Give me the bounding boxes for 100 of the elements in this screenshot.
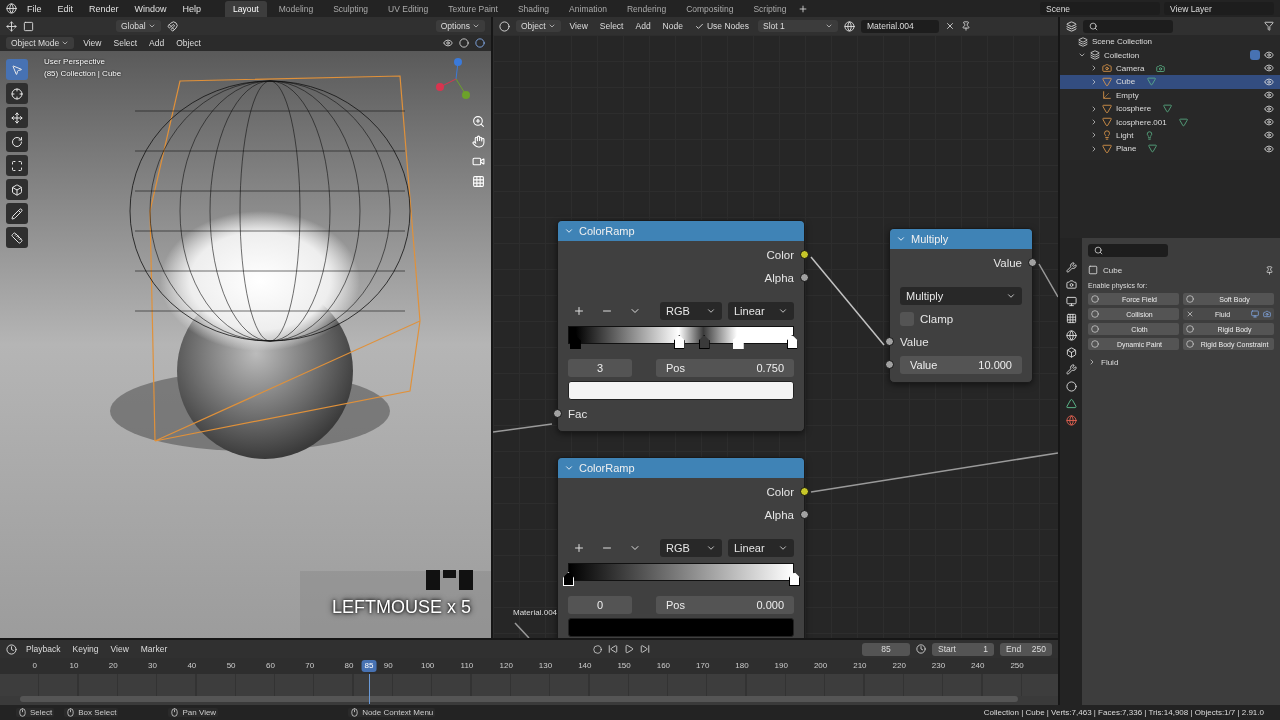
menu-item[interactable]: Node — [659, 20, 686, 32]
outliner-row[interactable]: Camera — [1060, 61, 1280, 76]
operation-dropdown[interactable]: Multiply — [900, 286, 1022, 305]
tool-button[interactable] — [6, 203, 28, 224]
color-swatch[interactable] — [568, 618, 794, 637]
output-socket[interactable] — [800, 273, 809, 282]
color-stop-marker[interactable] — [673, 335, 685, 349]
position-field[interactable]: Pos 0.000 — [656, 595, 794, 614]
tool-button[interactable] — [6, 131, 28, 152]
menu-item[interactable]: File — [21, 1, 48, 16]
end-frame-field[interactable]: End 250 — [1000, 642, 1052, 656]
outliner-row[interactable]: Scene Collection — [1060, 35, 1280, 49]
checkbox[interactable] — [1250, 50, 1260, 61]
menu-item[interactable]: Keying — [69, 643, 102, 655]
menu-item[interactable]: Select — [596, 20, 627, 32]
menu-item[interactable]: Select — [110, 37, 141, 49]
workspace-tab[interactable]: Sculpting — [325, 0, 377, 17]
tool-button[interactable] — [6, 179, 28, 200]
search-field[interactable] — [1088, 243, 1168, 257]
mode-dropdown[interactable]: Object Mode — [6, 37, 75, 49]
stop-index-field[interactable]: 0 — [568, 595, 632, 614]
use-nodes-checkbox[interactable]: Use Nodes — [691, 20, 752, 32]
zoom-icon[interactable] — [472, 115, 485, 128]
color-stop-marker[interactable] — [698, 335, 710, 349]
workspace-tab[interactable]: Animation — [561, 0, 615, 17]
input-socket[interactable] — [885, 360, 894, 369]
color-mode-dropdown[interactable]: RGB — [660, 538, 722, 557]
view-layer-field[interactable]: View Layer — [1164, 2, 1274, 15]
color-ramp-gradient[interactable] — [568, 326, 794, 344]
color-stop-marker[interactable] — [569, 335, 581, 349]
menu-item[interactable]: Edit — [51, 1, 80, 16]
start-frame-field[interactable]: Start 1 — [932, 642, 994, 656]
tool-button[interactable] — [6, 155, 28, 176]
menu-item[interactable]: View — [80, 37, 105, 49]
color-stop-marker[interactable] — [789, 572, 800, 586]
menu-item[interactable]: View — [566, 20, 591, 32]
value-field[interactable]: Value 10.000 — [900, 355, 1022, 374]
menu-item[interactable]: View — [107, 643, 132, 655]
menu-item[interactable]: Help — [176, 1, 208, 16]
menu-item[interactable]: Window — [128, 1, 173, 16]
jump-start-icon[interactable] — [608, 644, 618, 654]
position-field[interactable]: Pos 0.750 — [656, 358, 794, 377]
menu-item[interactable]: Playback — [23, 643, 64, 655]
workspace-tab[interactable]: Rendering — [618, 0, 675, 17]
color-mode-dropdown[interactable]: RGB — [660, 301, 722, 320]
color-ramp-gradient[interactable] — [568, 563, 794, 581]
menu-item[interactable]: Object — [173, 37, 204, 49]
play-icon[interactable] — [624, 644, 634, 654]
outliner-row[interactable]: Plane — [1060, 142, 1280, 156]
output-socket[interactable] — [1028, 258, 1037, 267]
camera-view-icon[interactable] — [472, 155, 485, 168]
interpolation-dropdown[interactable]: Linear — [728, 301, 794, 320]
interpolation-dropdown[interactable]: Linear — [728, 538, 794, 557]
output-socket[interactable] — [800, 250, 809, 259]
workspace-tab[interactable]: Compositing — [678, 0, 742, 17]
menu-item[interactable]: Add — [146, 37, 168, 49]
menu-item[interactable]: Add — [632, 20, 654, 32]
color-swatch[interactable] — [568, 381, 794, 400]
scrollbar[interactable] — [20, 696, 1018, 702]
outliner-row[interactable]: Empty — [1060, 88, 1280, 102]
workspace-tab[interactable]: Texture Paint — [440, 0, 506, 17]
options-dropdown[interactable]: Options — [435, 20, 485, 32]
outliner-row[interactable]: Icosphere.001 — [1060, 115, 1280, 129]
panel-header[interactable]: Fluid — [1088, 354, 1274, 370]
input-socket[interactable] — [885, 337, 894, 346]
outliner-row[interactable]: Icosphere — [1060, 101, 1280, 116]
workspace-tab[interactable]: Scripting — [745, 0, 795, 17]
menu-item[interactable]: Marker — [137, 643, 171, 655]
tool-button[interactable] — [6, 107, 28, 128]
menu-item[interactable]: Render — [83, 1, 125, 16]
hand-icon[interactable] — [472, 135, 485, 148]
outliner-row[interactable]: Light — [1060, 128, 1280, 143]
node-panel[interactable]: Multiply Value Multiply Clamp Value Value 10.000 — [889, 228, 1033, 383]
eye-icon[interactable] — [1264, 103, 1274, 114]
tool-button[interactable] — [6, 227, 28, 248]
stop-index-field[interactable]: 3 — [568, 358, 632, 377]
jump-end-icon[interactable] — [640, 644, 650, 654]
search-field[interactable] — [1083, 19, 1173, 33]
workspace-tab[interactable]: UV Editing — [380, 0, 437, 17]
input-socket[interactable] — [553, 409, 562, 418]
outliner-row[interactable]: Cube — [1060, 75, 1280, 89]
material-field[interactable]: Material.004 — [861, 19, 939, 33]
shader-type-dropdown[interactable]: Object — [516, 20, 561, 32]
eye-icon[interactable] — [1264, 76, 1274, 87]
scene-field[interactable]: Scene — [1040, 2, 1160, 15]
output-socket[interactable] — [800, 487, 809, 496]
tool-button[interactable] — [6, 83, 28, 104]
color-stop-marker[interactable] — [786, 335, 798, 349]
eye-icon[interactable] — [1264, 50, 1274, 61]
outliner-row[interactable]: Collection — [1060, 48, 1280, 62]
grid-icon[interactable] — [472, 175, 485, 188]
node-header[interactable]: ColorRamp — [558, 458, 804, 478]
eye-icon[interactable] — [1264, 90, 1274, 101]
output-socket[interactable] — [800, 510, 809, 519]
workspace-tab[interactable]: Layout — [225, 0, 267, 17]
slot-dropdown[interactable]: Slot 1 — [758, 20, 838, 32]
workspace-tab[interactable]: Shading — [509, 0, 558, 17]
node-header[interactable]: Multiply — [890, 229, 1032, 249]
orientation-dropdown[interactable]: Global — [116, 20, 161, 32]
eye-icon[interactable] — [1264, 143, 1274, 154]
